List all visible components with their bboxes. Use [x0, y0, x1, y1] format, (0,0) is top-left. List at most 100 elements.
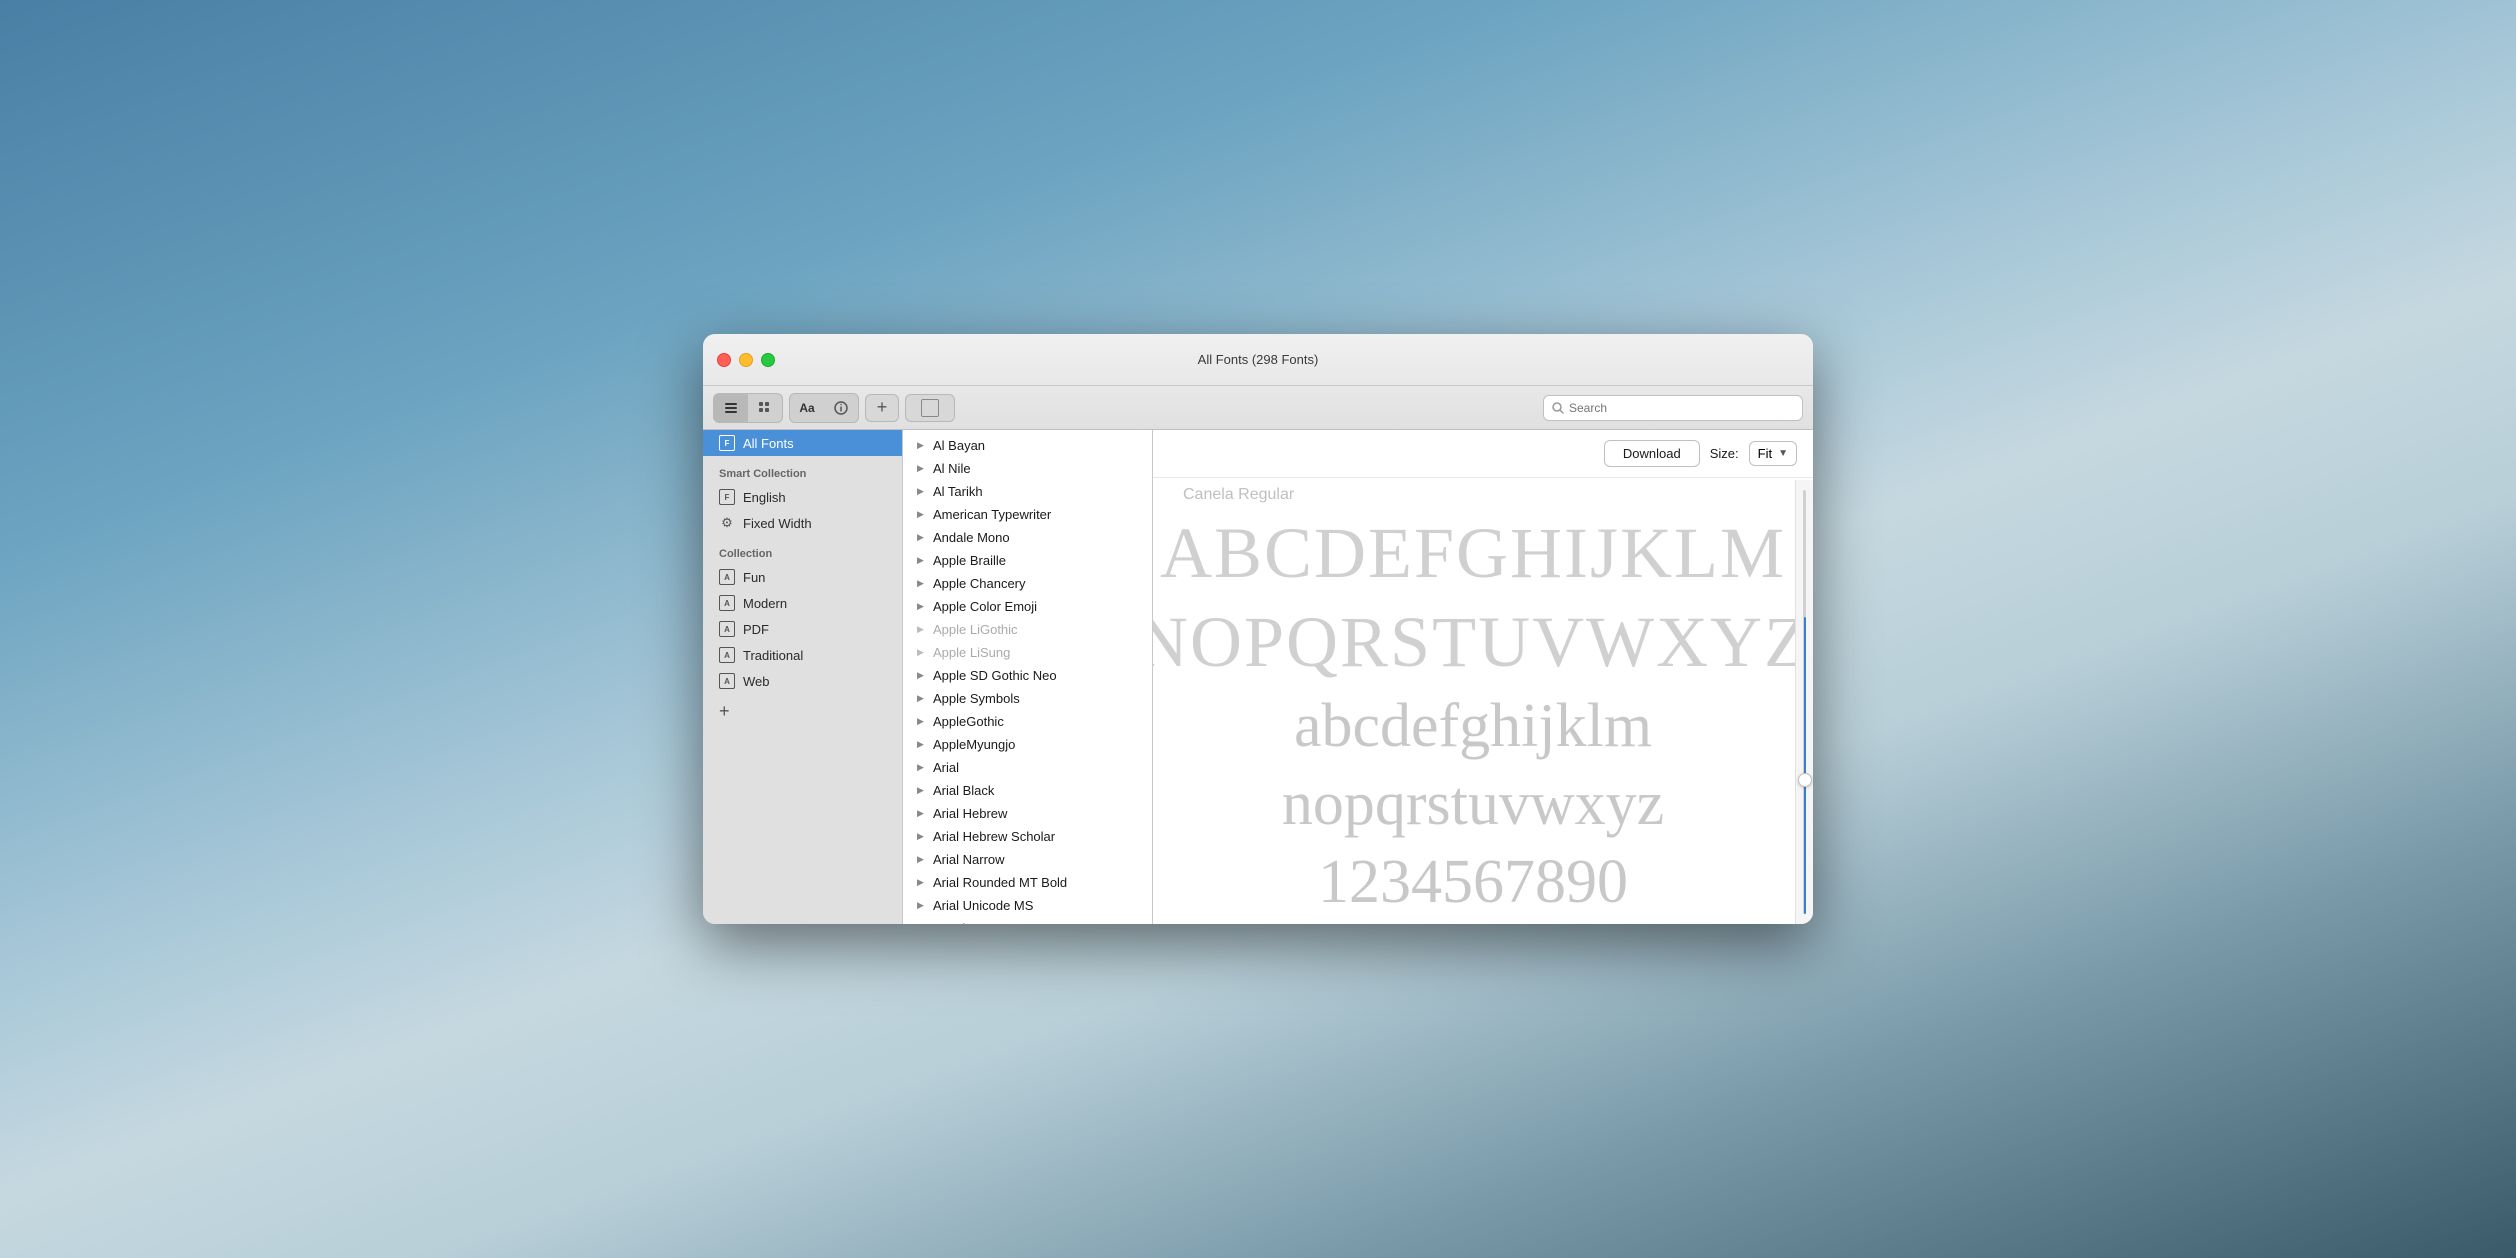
sidebar-item-english[interactable]: F English: [703, 484, 902, 510]
font-item-arial-black[interactable]: ▶Arial Black: [903, 779, 1152, 802]
web-icon: A: [719, 673, 735, 689]
font-sample-button[interactable]: Aa: [790, 394, 824, 422]
font-item-american-typewriter[interactable]: ▶ American Typewriter: [903, 503, 1152, 526]
grid-view-button[interactable]: [748, 394, 782, 422]
maximize-button[interactable]: [761, 353, 775, 367]
content-area: F All Fonts Smart Collection F English ⚙…: [703, 430, 1813, 924]
sidebar-item-fun[interactable]: A Fun: [703, 564, 902, 590]
slider-thumb[interactable]: [1798, 773, 1812, 787]
preview-panel: Download Size: Fit ▼ Canela Regular ABCD…: [1153, 430, 1813, 924]
sidebar-item-traditional[interactable]: A Traditional: [703, 642, 902, 668]
size-select[interactable]: Fit ▼: [1749, 441, 1797, 466]
traffic-lights: [717, 353, 775, 367]
font-name-label: Arial Unicode MS: [933, 898, 1033, 913]
font-item-applemyungjo[interactable]: ▶AppleMyungjo: [903, 733, 1152, 756]
preview-lowercase-2: nopqrstuvwxyz: [1282, 770, 1664, 838]
titlebar: All Fonts (298 Fonts): [703, 334, 1813, 386]
slider-track: [1803, 490, 1806, 914]
search-input[interactable]: [1569, 401, 1794, 415]
font-list-panel: ▶Al Bayan▶Al Nile ▶ Al Tarikh ▶ American Typ…: [903, 430, 1153, 924]
font-name-label: Arial Rounded MT Bold: [933, 875, 1067, 890]
preview-lowercase-text-1: abcdefghijklm: [1294, 692, 1652, 760]
search-bar[interactable]: [1543, 395, 1803, 421]
sidebar-item-web[interactable]: A Web: [703, 668, 902, 694]
font-item-apple-chancery[interactable]: ▶Apple Chancery: [903, 572, 1152, 595]
preview-uppercase-2: NOPQRSTUVWXYZ: [1153, 603, 1810, 682]
preview-uppercase-text-2: NOPQRSTUVWXYZ: [1153, 603, 1810, 682]
web-label: Web: [743, 674, 770, 689]
sidebar-item-fixed-width[interactable]: ⚙ Fixed Width: [703, 510, 902, 536]
window-title: All Fonts (298 Fonts): [1198, 352, 1319, 367]
preview-lowercase-1: abcdefghijklm: [1294, 692, 1652, 760]
list-view-button[interactable]: [714, 394, 748, 422]
font-name-label: Apple Color Emoji: [933, 599, 1037, 614]
font-item-apple-ligothic[interactable]: ▶Apple LiGothic: [903, 618, 1152, 641]
font-chevron-icon: ▶: [917, 555, 927, 566]
preview-toggle-button[interactable]: [905, 394, 955, 422]
font-name-label: Arial Hebrew: [933, 806, 1007, 821]
font-chevron-icon: ▶: [917, 486, 927, 497]
font-item-al-tarikh[interactable]: ▶ Al Tarikh: [903, 480, 1152, 503]
size-value: Fit: [1758, 446, 1772, 461]
all-fonts-label: All Fonts: [743, 436, 794, 451]
font-info-button[interactable]: [824, 394, 858, 422]
font-chevron-icon: ▶: [917, 647, 927, 658]
minimize-button[interactable]: [739, 353, 753, 367]
font-item-apple-lisung[interactable]: ▶ Apple LiSung: [903, 641, 1152, 664]
font-name-label: Apple SD Gothic Neo: [933, 668, 1057, 683]
close-button[interactable]: [717, 353, 731, 367]
font-item-applegothic[interactable]: ▶AppleGothic: [903, 710, 1152, 733]
add-collection-button[interactable]: +: [703, 694, 902, 728]
font-item-andale-mono[interactable]: ▶Andale Mono: [903, 526, 1152, 549]
size-label: Size:: [1710, 446, 1739, 461]
font-item-arial-rounded-mt-bold[interactable]: ▶ Arial Rounded MT Bold: [903, 871, 1152, 894]
download-button[interactable]: Download: [1604, 440, 1700, 467]
font-item-al-nile[interactable]: ▶Al Nile: [903, 457, 1152, 480]
font-name-label: Apple LiSung: [933, 645, 1010, 660]
font-item-apple-sd-gothic-neo[interactable]: ▶ Apple SD Gothic Neo: [903, 664, 1152, 687]
preview-uppercase-text-1: ABCDEFGHIJKLM: [1160, 514, 1786, 593]
preview-slider[interactable]: [1795, 480, 1813, 924]
search-icon: [1552, 402, 1564, 414]
font-item-avenir[interactable]: ▶Avenir: [903, 917, 1152, 924]
modern-icon: A: [719, 595, 735, 611]
font-chevron-icon: ▶: [917, 440, 927, 451]
font-chevron-icon: ▶: [917, 900, 927, 911]
fixed-width-label: Fixed Width: [743, 516, 812, 531]
font-chevron-icon: ▶: [917, 670, 927, 681]
font-item-arial-hebrew-scholar[interactable]: ▶Arial Hebrew Scholar: [903, 825, 1152, 848]
fun-icon: A: [719, 569, 735, 585]
english-label: English: [743, 490, 786, 505]
collection-label: Collection: [703, 536, 902, 564]
font-item-arial-hebrew[interactable]: ▶ Arial Hebrew: [903, 802, 1152, 825]
pdf-label: PDF: [743, 622, 769, 637]
sidebar-item-pdf[interactable]: A PDF: [703, 616, 902, 642]
font-item-apple-symbols[interactable]: ▶Apple Symbols: [903, 687, 1152, 710]
font-name-label: AppleGothic: [933, 714, 1004, 729]
font-item-al-bayan[interactable]: ▶Al Bayan: [903, 434, 1152, 457]
font-chevron-icon: ▶: [917, 808, 927, 819]
font-chevron-icon: ▶: [917, 509, 927, 520]
font-item-arial[interactable]: ▶Arial: [903, 756, 1152, 779]
font-item-apple-color-emoji[interactable]: ▶Apple Color Emoji: [903, 595, 1152, 618]
font-list-inner: ▶Al Bayan▶Al Nile ▶ Al Tarikh ▶ American Typ…: [903, 430, 1152, 924]
font-chevron-icon: ▶: [917, 762, 927, 773]
font-name-label: American Typewriter: [933, 507, 1051, 522]
font-chevron-icon: ▶: [917, 693, 927, 704]
font-name-label: Al Tarikh: [933, 484, 983, 499]
preview-uppercase-1: ABCDEFGHIJKLM: [1160, 514, 1786, 593]
font-item-arial-unicode-ms[interactable]: ▶ Arial Unicode MS: [903, 894, 1152, 917]
all-fonts-icon: F: [719, 435, 735, 451]
sidebar-item-all-fonts[interactable]: F All Fonts: [703, 430, 902, 456]
preview-font-name: Canela Regular: [1173, 486, 1294, 504]
font-item-arial-narrow[interactable]: ▶Arial Narrow: [903, 848, 1152, 871]
font-name-label: Arial Hebrew Scholar: [933, 829, 1055, 844]
sidebar-item-modern[interactable]: A Modern: [703, 590, 902, 616]
add-font-button[interactable]: +: [865, 394, 899, 422]
font-chevron-icon: ▶: [917, 578, 927, 589]
font-chevron-icon: ▶: [917, 877, 927, 888]
sidebar: F All Fonts Smart Collection F English ⚙…: [703, 430, 903, 924]
font-item-apple-braille[interactable]: ▶Apple Braille: [903, 549, 1152, 572]
english-icon: F: [719, 489, 735, 505]
view-toggle-group: [713, 393, 783, 423]
